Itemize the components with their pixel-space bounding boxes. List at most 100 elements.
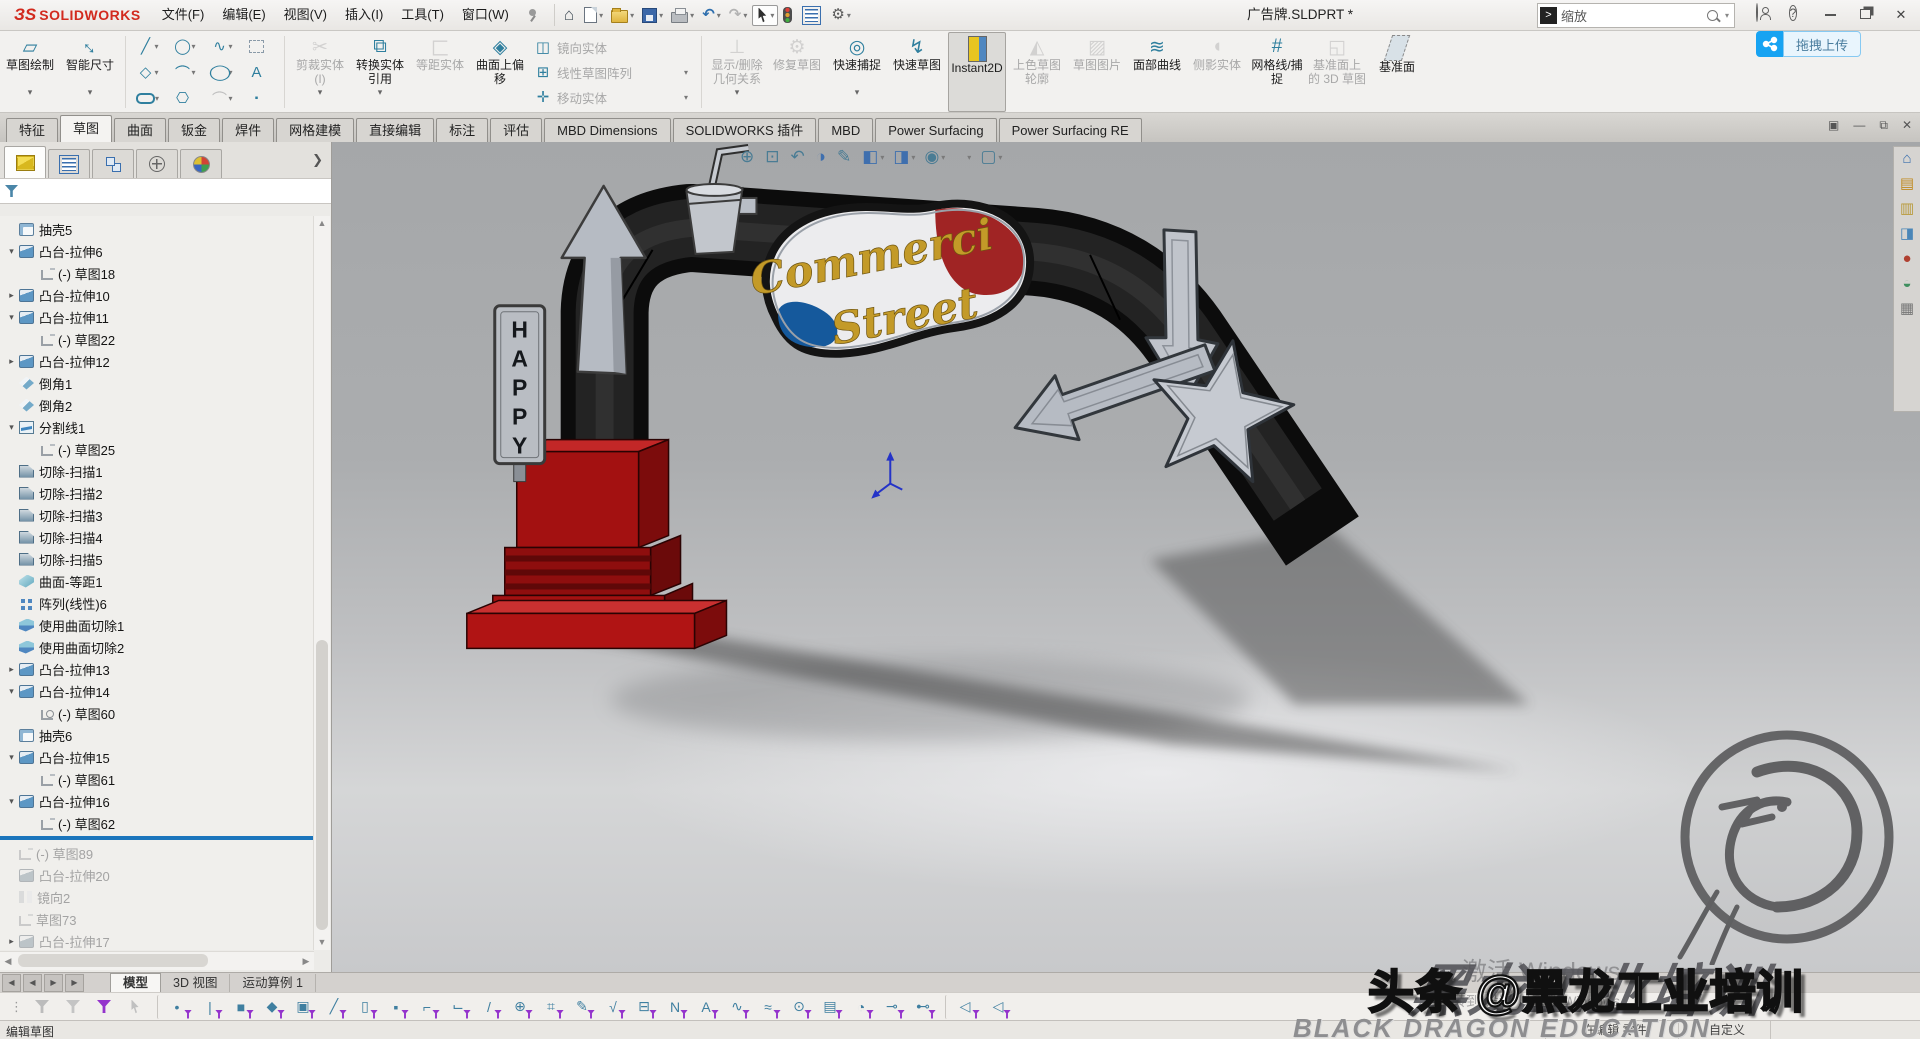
tree-item[interactable]: (-) 草图62 <box>0 812 314 834</box>
sketch-entity-button[interactable]: ⌒ ▾ <box>168 59 205 85</box>
scenes-icon[interactable]: ◒ <box>1902 276 1911 292</box>
filter-dimensions-icon[interactable]: ⊟ <box>631 995 657 1019</box>
ribbon-button[interactable]: ↔ 智能尺寸 ▾ <box>61 32 119 112</box>
restore-doc-icon[interactable]: ⧉ <box>1879 118 1888 133</box>
panel-tab-dimxpert[interactable] <box>136 149 178 178</box>
close-doc-icon[interactable]: ✕ <box>1902 118 1912 133</box>
expand-arrow[interactable]: ▸ <box>4 356 19 367</box>
apply-scene-icon[interactable]: ▾ <box>965 153 971 162</box>
menu-item[interactable]: 视图(V) <box>275 0 336 30</box>
sketch-entity-button[interactable]: ◯ ▾ <box>205 59 242 85</box>
search-box[interactable]: > 缩放 ▾ <box>1537 3 1735 28</box>
filter-tables-icon[interactable]: ▤ <box>817 995 843 1019</box>
tree-item[interactable]: 镜向2 <box>0 886 314 908</box>
filter-points-icon[interactable]: ▪ <box>383 995 409 1019</box>
section-view-icon[interactable]: ◑ <box>816 146 828 168</box>
ribbon-row-button[interactable]: ⊞ 线性草图阵列 ▾ <box>530 60 696 84</box>
open-button[interactable]: ▾ <box>608 5 637 25</box>
dropdown-caret[interactable]: ▾ <box>770 11 774 20</box>
filter-faces-icon[interactable]: ■ <box>228 995 254 1019</box>
ribbon-row-button[interactable]: ✛ 移动实体 ▾ <box>530 85 696 109</box>
help-icon[interactable]: ? <box>1782 4 1804 26</box>
filter-annotations-icon[interactable]: ✎ <box>569 995 595 1019</box>
ribbon-button[interactable]: Instant2D <box>948 32 1006 112</box>
sketch-entity-button[interactable]: ⎔ <box>168 85 205 111</box>
dropdown-caret[interactable]: ▾ <box>690 11 694 20</box>
dropdown-caret[interactable]: ▾ <box>998 153 1002 162</box>
tree-item[interactable]: 切除-扫描1 <box>0 460 314 482</box>
document-tab[interactable]: 模型 <box>110 973 161 993</box>
home-button[interactable]: ⌂ <box>561 5 579 25</box>
tree-item[interactable]: 阵列(线性)6 <box>0 592 314 614</box>
dropdown-caret[interactable]: ▾ <box>911 153 915 162</box>
filter-coordinate-systems-icon[interactable]: ⌗ <box>538 995 564 1019</box>
dropdown-caret[interactable]: ▾ <box>378 86 383 98</box>
expand-arrow[interactable]: ▾ <box>4 796 19 807</box>
pedestal[interactable] <box>467 440 727 649</box>
filter-vertices-icon[interactable]: • <box>157 995 192 1019</box>
sketch-entity-button[interactable]: ╱ ▾ <box>131 33 168 59</box>
dropdown-caret[interactable]: ▾ <box>967 153 971 162</box>
ribbon-button[interactable]: ◱ 基准面上的 3D 草图 <box>1308 32 1366 112</box>
ribbon-tab[interactable]: 评估 <box>490 118 542 142</box>
filter-sketch-segments-icon[interactable]: ⌙ <box>445 995 471 1019</box>
pin-menu-icon[interactable] <box>526 8 540 22</box>
view-orientation-icon[interactable]: ◧ ▾ <box>862 146 884 168</box>
dropdown-caret[interactable]: ▾ <box>855 86 860 98</box>
next-tab-button[interactable]: ▶ <box>44 974 63 992</box>
document-tab[interactable]: 3D 视图 <box>161 974 230 993</box>
tree-item[interactable] <box>0 836 314 840</box>
expand-arrow[interactable]: ▸ <box>4 290 19 301</box>
filter-half-section-icon[interactable]: ◁ <box>945 995 980 1019</box>
add-filter-icon[interactable] <box>60 995 86 1019</box>
ribbon-button[interactable]: # 网格线/捕捉 <box>1248 32 1306 112</box>
appearances-icon[interactable]: ● <box>1902 251 1911 267</box>
tree-item[interactable]: 抽壳5 <box>0 218 314 240</box>
filter-midpoints-icon[interactable]: ╱ <box>321 995 347 1019</box>
menu-item[interactable]: 插入(I) <box>336 0 392 30</box>
dropdown-caret[interactable]: ▾ <box>735 86 740 98</box>
filter-pointer-icon[interactable] <box>122 995 148 1019</box>
tree-horizontal-scrollbar[interactable]: ◀ ▶ <box>0 951 314 970</box>
restore-button[interactable] <box>1850 0 1880 29</box>
tree-item[interactable]: 草图73 <box>0 908 314 930</box>
tree-item[interactable]: (-) 草图61 <box>0 768 314 790</box>
filter-mate1-icon[interactable]: ⊸ <box>879 995 905 1019</box>
tree-item[interactable]: ▸ 凸台-拉伸12 <box>0 350 314 372</box>
dropdown-caret[interactable]: ▾ <box>318 86 323 98</box>
ribbon-tab[interactable]: Power Surfacing <box>875 118 996 142</box>
dropdown-caret[interactable]: ▾ <box>88 86 93 98</box>
filter-mate2-icon[interactable]: ⊷ <box>910 995 936 1019</box>
ribbon-button[interactable]: ◖ 侧影实体 <box>1188 32 1246 112</box>
select-button[interactable]: ▾ <box>752 5 778 26</box>
dropdown-caret[interactable]: ▾ <box>847 11 851 20</box>
settings-button[interactable]: ⚙ ▾ <box>828 5 853 25</box>
zoom-area-icon[interactable]: ⊡ <box>765 146 781 168</box>
tree-item[interactable]: (-) 草图25 <box>0 438 314 460</box>
filter-surface-bodies-icon[interactable]: ◆ <box>259 995 285 1019</box>
street-sign[interactable]: Commerci Street <box>746 204 1030 356</box>
hide-show-items-icon[interactable]: ◉ ▾ <box>924 146 945 168</box>
new-document-button[interactable]: ▾ <box>581 5 606 25</box>
expand-arrow[interactable]: ▾ <box>4 422 19 433</box>
custom-properties-icon[interactable]: ▦ <box>1900 301 1914 317</box>
tree-item[interactable]: 曲面-等距1 <box>0 570 314 592</box>
scrollbar-thumb[interactable] <box>18 954 208 967</box>
panel-tab-configurations[interactable] <box>92 149 134 178</box>
tree-item[interactable]: 切除-扫描3 <box>0 504 314 526</box>
filter-edges-icon[interactable]: | <box>197 995 223 1019</box>
tree-item[interactable]: (-) 草图89 <box>0 842 314 864</box>
dropdown-caret[interactable]: ▾ <box>192 42 200 51</box>
user-account-icon[interactable] <box>1746 4 1768 26</box>
sketch-entity-button[interactable]: ◇ ▾ <box>131 59 168 85</box>
filter-labels-icon[interactable]: A <box>693 995 719 1019</box>
sketch-entity-button[interactable] <box>242 33 279 59</box>
sketch-entity-button[interactable]: ▾ <box>131 85 168 111</box>
tree-item[interactable]: 切除-扫描4 <box>0 526 314 548</box>
expand-arrow[interactable]: ▾ <box>4 686 19 697</box>
tree-item[interactable]: (-) 草图60 <box>0 702 314 724</box>
dropdown-caret[interactable]: ▾ <box>880 153 884 162</box>
file-explorer-icon[interactable]: ▥ <box>1900 201 1914 217</box>
tree-item[interactable]: ▸ 凸台-拉伸10 <box>0 284 314 306</box>
filter-relations-icon[interactable]: √ <box>600 995 626 1019</box>
